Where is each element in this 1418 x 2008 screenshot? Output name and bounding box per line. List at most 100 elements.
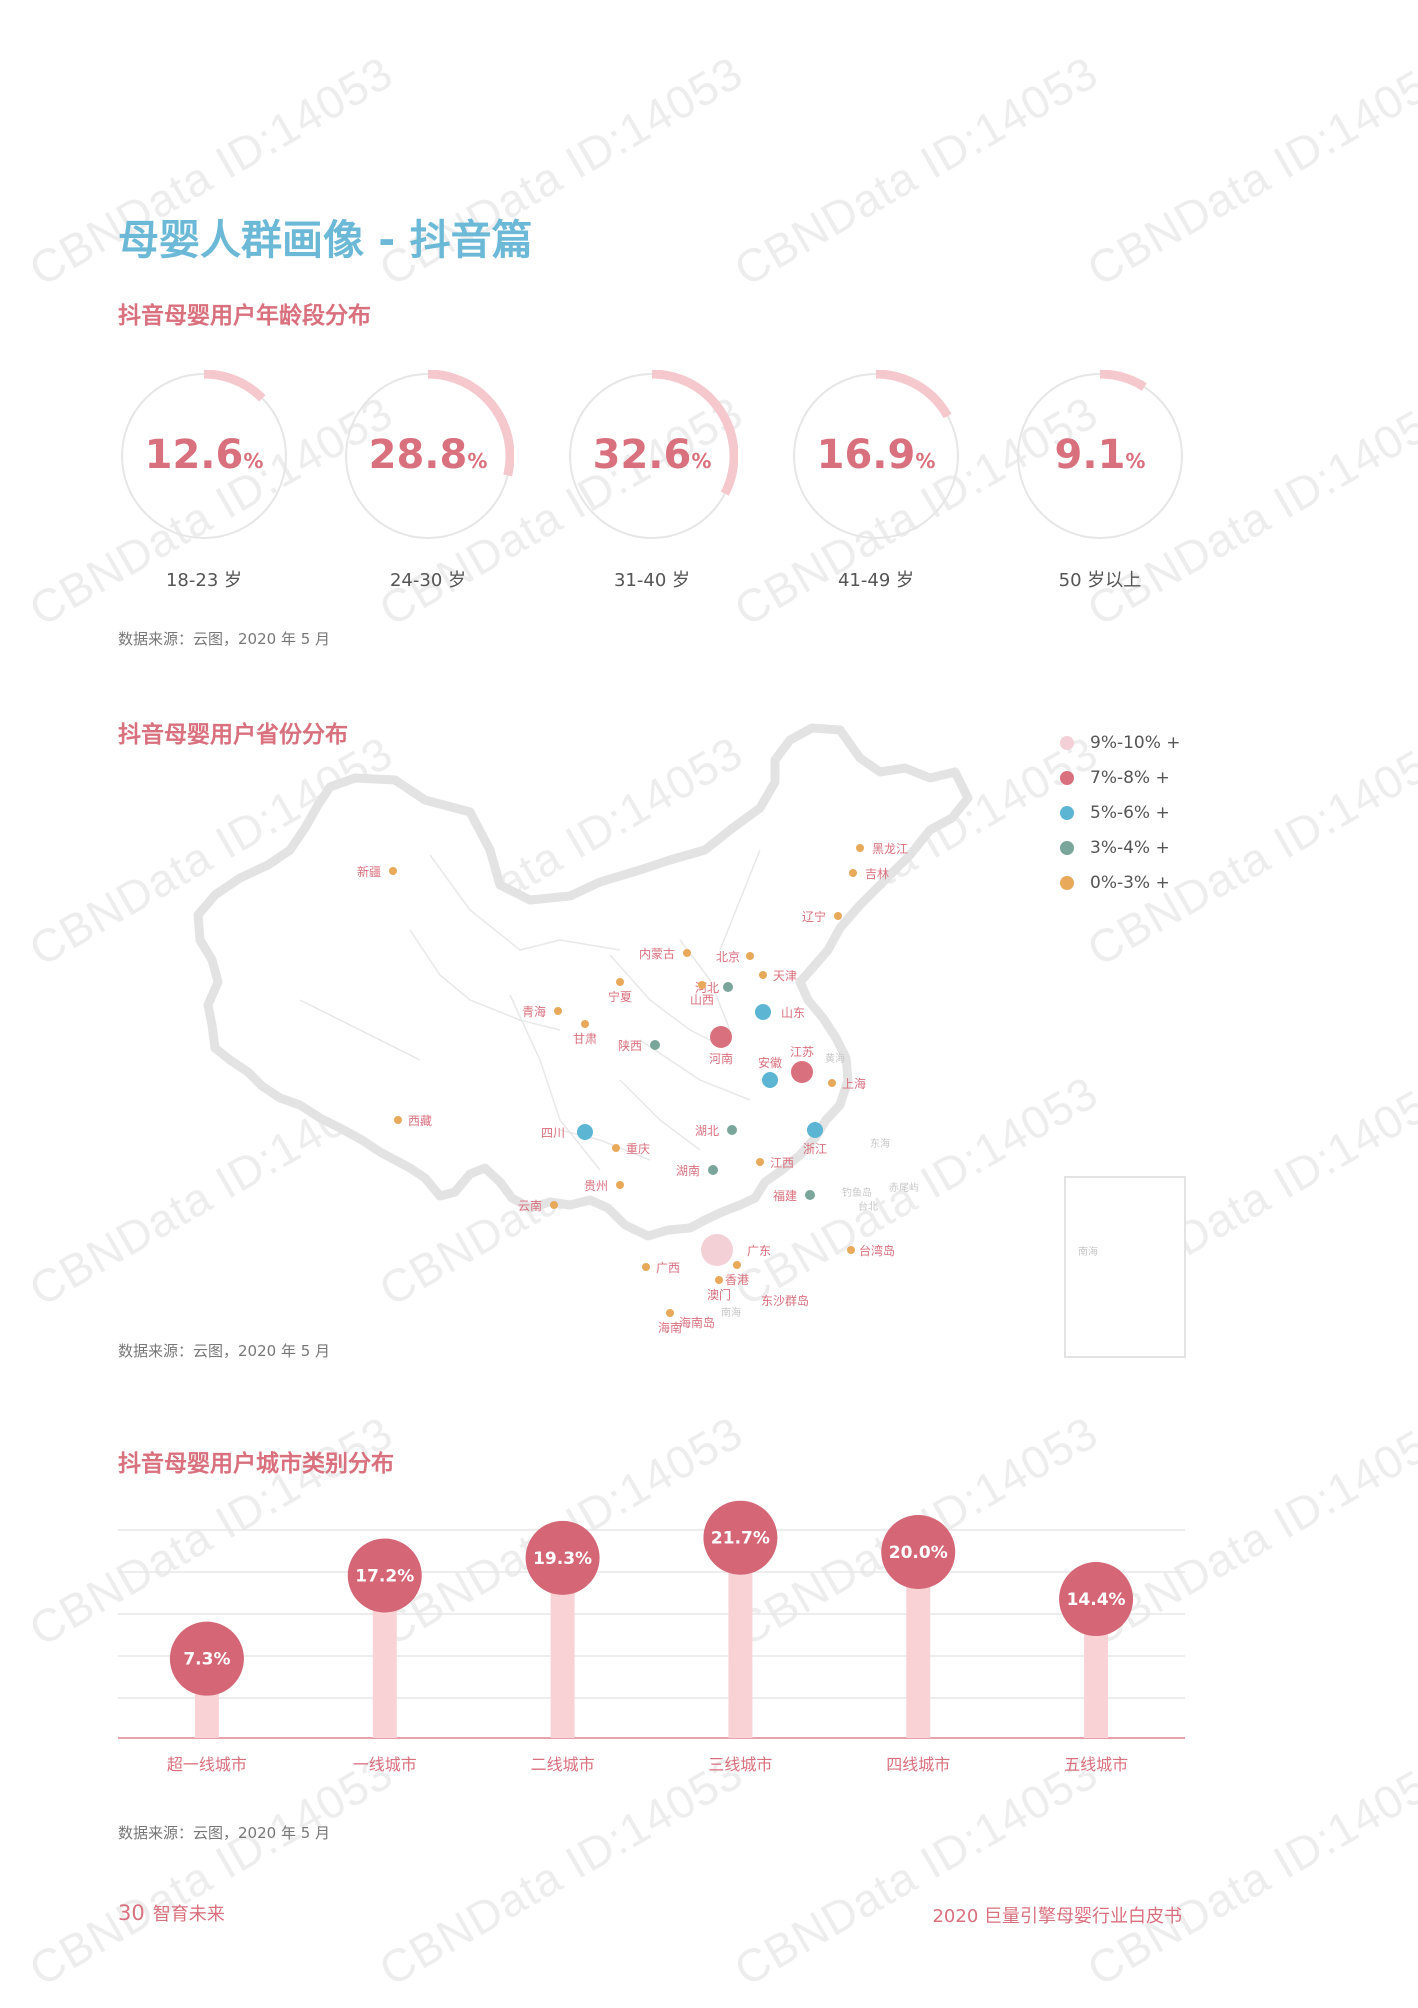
- province-dot: [708, 1165, 718, 1175]
- data-label: 19.3%: [533, 1549, 592, 1569]
- footer-report-title: 2020 巨量引擎母婴行业白皮书: [932, 1906, 1182, 1927]
- data-label: 7.3%: [183, 1650, 230, 1670]
- data-label: 21.7%: [711, 1529, 770, 1549]
- province-dot: [683, 949, 691, 957]
- donut-arc: [1099, 370, 1147, 391]
- donut-arc: [875, 370, 952, 419]
- province-dot: [642, 1263, 650, 1271]
- province-label: 北京: [716, 950, 740, 964]
- category-label: 二线城市: [531, 1755, 595, 1774]
- province-label: 广西: [656, 1261, 680, 1275]
- province-dot: [701, 1234, 733, 1266]
- province-label: 江苏: [790, 1045, 814, 1059]
- map-annotation: 赤尾屿: [889, 1182, 919, 1194]
- province-label: 澳门: [707, 1287, 731, 1302]
- province-label: 河南: [709, 1051, 733, 1066]
- province-label: 湖北: [695, 1123, 719, 1138]
- china-outline: [193, 723, 973, 1241]
- province-dot: [746, 952, 754, 960]
- legend-dot: [1060, 770, 1074, 785]
- city-tier-chart: 7.3% 超一线城市 17.2% 一线城市 19.3% 二线城市 21.7% 三线城市 20.0…: [0, 1480, 1418, 1780]
- province-dot: [723, 982, 733, 992]
- footer-section: 智育未来: [152, 1904, 225, 1925]
- province-dot: [805, 1190, 815, 1200]
- watermark-text: CBNData ID:14053: [1078, 45, 1418, 296]
- province-dot: [581, 1020, 589, 1028]
- data-label: 14.4%: [1067, 1590, 1126, 1610]
- province-dot: [755, 1004, 771, 1020]
- province-dot: [650, 1040, 660, 1050]
- province-dot: [715, 1276, 723, 1284]
- map-annotation: 台北: [858, 1200, 878, 1213]
- province-label: 西藏: [408, 1114, 432, 1128]
- province-label: 宁夏: [608, 989, 632, 1004]
- province-dot: [616, 1181, 624, 1189]
- age-donut-2: 28.8% 24-30 岁: [342, 370, 514, 591]
- age-section-title: 抖音母婴用户年龄段分布: [118, 303, 371, 329]
- map-annotation: 东海: [870, 1137, 890, 1150]
- province-dot: [616, 978, 624, 986]
- province-label: 甘肃: [573, 1032, 597, 1046]
- legend-item: 5%-6% +: [1060, 795, 1181, 830]
- province-dot: [856, 844, 864, 852]
- page-number: 30: [118, 1901, 145, 1925]
- province-dot: [828, 1079, 836, 1087]
- data-label: 20.0%: [889, 1543, 948, 1563]
- watermark-text: CBNData ID:14053: [725, 1745, 1107, 1996]
- province-dot: [666, 1309, 674, 1317]
- map-annotation: 南海: [721, 1306, 741, 1319]
- age-donut-4: 16.9% 41-49 岁: [790, 370, 962, 591]
- city-data-source: 数据来源：云图，2020 年 5 月: [118, 1824, 331, 1842]
- age-label: 50 岁以上: [1058, 570, 1142, 591]
- province-dot: [759, 971, 767, 979]
- map-annotation: 黄海: [825, 1052, 845, 1065]
- map-legend: 9%-10% + 7%-8% + 5%-6% + 3%-4% + 0%-3% +: [1060, 725, 1181, 900]
- map-annotation: 海南岛: [679, 1315, 715, 1330]
- province-label: 山东: [781, 1006, 805, 1020]
- legend-dot: [1060, 805, 1074, 820]
- province-label: 云南: [518, 1198, 542, 1213]
- province-label: 浙江: [803, 1142, 827, 1156]
- age-donut-3: 32.6% 31-40 岁: [566, 370, 738, 591]
- province-dot: [849, 869, 857, 877]
- age-percent: 32.6%: [592, 432, 712, 478]
- province-dot: [834, 912, 842, 920]
- age-percent: 28.8%: [368, 432, 488, 478]
- province-label: 江西: [770, 1156, 794, 1170]
- city-section-title: 抖音母婴用户城市类别分布: [118, 1451, 394, 1477]
- legend-dot: [1060, 735, 1074, 750]
- age-percent: 12.6%: [144, 432, 264, 478]
- bar: [728, 1555, 753, 1738]
- province-label: 福建: [773, 1188, 797, 1203]
- age-label: 41-49 岁: [837, 570, 915, 591]
- province-label: 湖南: [676, 1163, 700, 1178]
- category-label: 四线城市: [886, 1755, 950, 1774]
- age-percent: 16.9%: [816, 432, 936, 478]
- province-dot: [756, 1158, 764, 1166]
- bar-chart-svg: 7.3% 超一线城市 17.2% 一线城市 19.3% 二线城市 21.7% 三线城市 20.0…: [118, 1500, 1185, 1774]
- province-label: 辽宁: [802, 909, 826, 924]
- watermark-text: CBNData ID:14053: [370, 1745, 752, 1996]
- province-label: 内蒙古: [639, 946, 675, 961]
- province-label: 山西: [690, 993, 714, 1007]
- province-label: 四川: [541, 1126, 565, 1140]
- province-data-source: 数据来源：云图，2020 年 5 月: [118, 1342, 331, 1360]
- watermark-text: CBNData ID:14053: [725, 45, 1107, 296]
- province-label: 天津: [773, 969, 797, 983]
- province-label: 新疆: [357, 864, 381, 879]
- age-donut-5: 9.1% 50 岁以上: [1014, 370, 1186, 591]
- age-data-source: 数据来源：云图，2020 年 5 月: [118, 630, 331, 648]
- legend-item: 3%-4% +: [1060, 830, 1181, 865]
- south-sea-inset: [1064, 1176, 1186, 1358]
- age-donut-row: 12.6% 18-23 岁 28.8% 24-30 岁 32.6% 31-40 …: [0, 370, 1418, 600]
- age-label: 31-40 岁: [613, 570, 691, 591]
- bar: [550, 1575, 575, 1738]
- map-annotation: 南海: [1078, 1245, 1098, 1258]
- category-label: 三线城市: [708, 1755, 772, 1774]
- legend-item: 7%-8% +: [1060, 760, 1181, 795]
- province-dot: [847, 1246, 855, 1254]
- province-dot: [791, 1061, 813, 1083]
- province-dot: [577, 1124, 593, 1140]
- map-annotation: 钓鱼岛: [842, 1186, 872, 1199]
- page-title: 母婴人群画像 - 抖音篇: [118, 216, 533, 264]
